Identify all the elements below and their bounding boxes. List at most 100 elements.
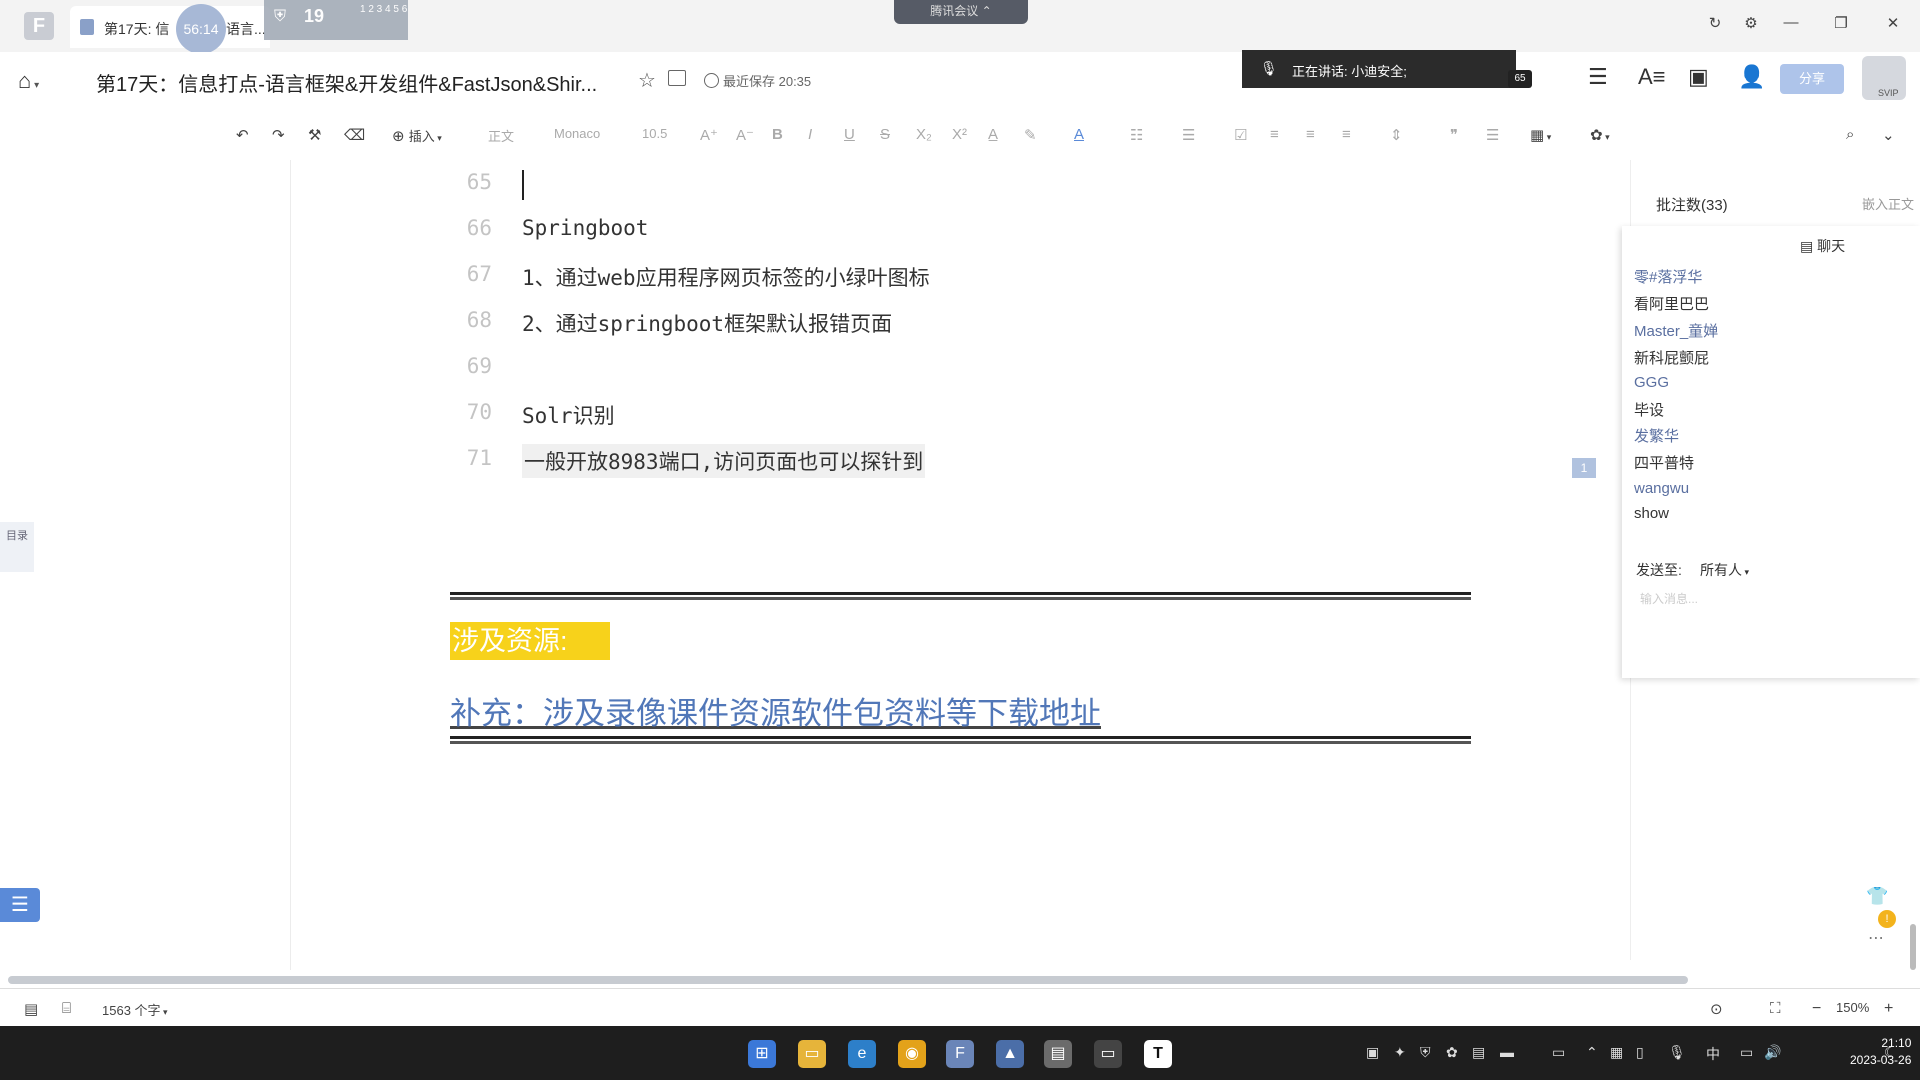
document-title[interactable]: 第17天：信息打点-语言框架&开发组件&FastJson&Shir... xyxy=(96,68,597,97)
insert-button[interactable]: ⊕ 插入 ▾ xyxy=(392,126,442,145)
ime-indicator[interactable]: 中 xyxy=(1706,1044,1720,1064)
chat-participant[interactable]: Master_童婵 xyxy=(1634,320,1718,341)
text-effect-icon[interactable]: A̲ xyxy=(988,126,998,143)
line-text-highlighted[interactable]: 一般开放8983端口,访问页面也可以探针到 xyxy=(522,444,926,478)
outline-menu-button[interactable]: ☰ xyxy=(0,888,40,922)
checkbox-icon[interactable]: ☑ xyxy=(1234,126,1247,144)
chat-participant[interactable]: GGG xyxy=(1634,374,1669,391)
align-center-icon[interactable]: ≡ xyxy=(1306,126,1315,143)
font-color-icon[interactable]: A xyxy=(1074,126,1084,143)
word-count[interactable]: 1563 个字 ▾ xyxy=(102,1000,168,1019)
font-shrink-icon[interactable]: A⁻ xyxy=(736,126,754,144)
star-icon[interactable]: ☆ xyxy=(638,68,656,93)
page-view-icon[interactable]: ▤ xyxy=(24,1000,38,1018)
home-icon[interactable]: ⌂ ▾ xyxy=(18,68,39,94)
chat-participant[interactable]: 四平普特 xyxy=(1634,452,1694,473)
font-select[interactable]: Monaco xyxy=(554,126,600,141)
chevron-down-icon[interactable]: ⌄ xyxy=(1882,126,1895,144)
superscript-icon[interactable]: X² xyxy=(952,126,967,143)
typora-icon[interactable]: T xyxy=(1144,1040,1172,1068)
chat-input[interactable]: 输入消息... xyxy=(1640,590,1698,607)
chat-participant[interactable]: 看阿里巴巴 xyxy=(1634,293,1709,314)
play-icon[interactable]: ⊙ xyxy=(1710,1000,1723,1018)
volume-icon[interactable]: 🔊 xyxy=(1764,1044,1781,1061)
chat-participant[interactable]: wangwu xyxy=(1634,480,1689,497)
bullet-list-icon[interactable]: ☷ xyxy=(1130,126,1143,144)
network-icon[interactable]: ▭ xyxy=(1740,1044,1753,1061)
document-tab[interactable]: 第17天: 信 语言... xyxy=(70,6,270,48)
horizontal-scrollbar[interactable] xyxy=(8,976,1688,984)
present-icon[interactable]: ▣ xyxy=(1688,64,1709,90)
comment-badge[interactable]: 1 xyxy=(1572,458,1596,478)
tray-app-icon[interactable]: ▭ xyxy=(1552,1044,1565,1061)
tray-app-icon[interactable]: ✿ xyxy=(1446,1044,1458,1061)
settings-icon[interactable]: ⚙ xyxy=(1736,14,1766,36)
skin-icon[interactable]: 👕 xyxy=(1866,886,1888,907)
microphone-icon[interactable]: 🎙 xyxy=(1668,1044,1686,1061)
send-to-select[interactable]: 所有人 ▾ xyxy=(1700,560,1749,580)
tray-arrow-icon[interactable]: ⌃ xyxy=(1586,1044,1598,1061)
start-icon[interactable]: ⊞ xyxy=(748,1040,776,1068)
style-select[interactable]: 正文 xyxy=(488,126,514,145)
font-grow-icon[interactable]: A⁺ xyxy=(700,126,718,144)
chat-participant[interactable]: 新科屁颤屁 xyxy=(1634,347,1709,368)
tray-app-icon[interactable]: ▣ xyxy=(1366,1044,1379,1061)
chat-participant[interactable]: 毕设 xyxy=(1634,399,1664,420)
redo-icon[interactable]: ↷ xyxy=(272,126,285,144)
refresh-icon[interactable]: ↻ xyxy=(1700,14,1730,36)
line-text[interactable]: Solr识别 xyxy=(522,400,615,430)
more-icon[interactable]: ⋯ xyxy=(1868,928,1884,948)
zoom-level[interactable]: 150% xyxy=(1836,1000,1869,1015)
line-text[interactable]: 1、通过web应用程序网页标签的小绿叶图标 xyxy=(522,262,930,292)
supplement-download-link[interactable]: 补充：涉及录像课件资源软件包资料等下载地址 xyxy=(450,688,1101,733)
image-app-icon[interactable]: ▲ xyxy=(996,1040,1024,1068)
chat-participant[interactable]: 发繁华 xyxy=(1634,425,1679,446)
meeting-button[interactable]: 腾讯会议 ⌃ xyxy=(894,0,1028,24)
close-icon[interactable]: ✕ xyxy=(1878,14,1908,36)
embed-body-link[interactable]: 嵌入正文 xyxy=(1862,194,1914,213)
chat-participant[interactable]: show xyxy=(1634,505,1669,522)
size-select[interactable]: 10.5 xyxy=(642,126,667,141)
outline-tab[interactable]: 目录 xyxy=(0,522,34,572)
tray-app-icon[interactable]: ▯ xyxy=(1636,1044,1644,1061)
collaborator-icon[interactable]: 👤 xyxy=(1738,64,1765,90)
maximize-icon[interactable]: ❐ xyxy=(1826,14,1856,36)
tray-shield-icon[interactable]: ⛨ xyxy=(1420,1044,1431,1061)
notification-center-icon[interactable]: ☾ xyxy=(1884,1044,1897,1061)
subscript-icon[interactable]: X₂ xyxy=(916,126,932,143)
zoom-in-icon[interactable]: + xyxy=(1884,1000,1893,1018)
search-icon[interactable]: ⌕ xyxy=(1846,126,1854,143)
underline-icon[interactable]: U xyxy=(844,126,855,143)
vertical-scrollbar[interactable] xyxy=(1910,924,1916,970)
plugin-icon[interactable]: ✿ ▾ xyxy=(1590,126,1610,144)
line-text[interactable]: 2、通过springboot框架默认报错页面 xyxy=(522,308,892,338)
minimize-icon[interactable]: — xyxy=(1776,14,1806,36)
zoom-out-icon[interactable]: − xyxy=(1812,1000,1821,1018)
chrome-icon[interactable]: ◉ xyxy=(898,1040,926,1068)
edge-icon[interactable]: e xyxy=(848,1040,876,1068)
text-format-icon[interactable]: A≡ xyxy=(1638,64,1666,90)
highlight-icon[interactable]: ✎ xyxy=(1024,126,1037,144)
folder-icon[interactable] xyxy=(668,70,686,86)
italic-icon[interactable]: I xyxy=(808,126,812,143)
undo-icon[interactable]: ↶ xyxy=(236,126,249,144)
divider-icon[interactable]: ☰ xyxy=(1486,126,1499,144)
format-painter-icon[interactable]: ⚒ xyxy=(308,126,321,144)
tray-app-icon[interactable]: ✦ xyxy=(1394,1044,1406,1061)
document-app-icon[interactable]: ▤ xyxy=(1044,1040,1072,1068)
layout-icon[interactable]: ⌸ xyxy=(62,1000,71,1017)
tray-app-icon[interactable]: ▤ xyxy=(1472,1044,1485,1061)
comments-count[interactable]: 批注数(33) xyxy=(1656,194,1728,215)
bold-icon[interactable]: B xyxy=(772,126,783,143)
strikethrough-icon[interactable]: S xyxy=(880,126,890,143)
tray-app-icon[interactable]: ▬ xyxy=(1500,1044,1514,1060)
chat-participant[interactable]: 零#落浮华 xyxy=(1634,266,1702,287)
line-spacing-icon[interactable]: ⇕ xyxy=(1390,126,1403,144)
table-icon[interactable]: ▦ ▾ xyxy=(1530,126,1551,144)
tray-app-icon[interactable]: ▦ xyxy=(1610,1044,1623,1061)
fullscreen-icon[interactable]: ⛶ xyxy=(1770,1000,1781,1017)
eraser-icon[interactable]: ⌫ xyxy=(344,126,365,144)
member-count-badge[interactable]: 65 xyxy=(1508,70,1532,88)
line-text[interactable]: Springboot xyxy=(522,216,648,240)
notification-dot[interactable]: ! xyxy=(1878,910,1896,928)
